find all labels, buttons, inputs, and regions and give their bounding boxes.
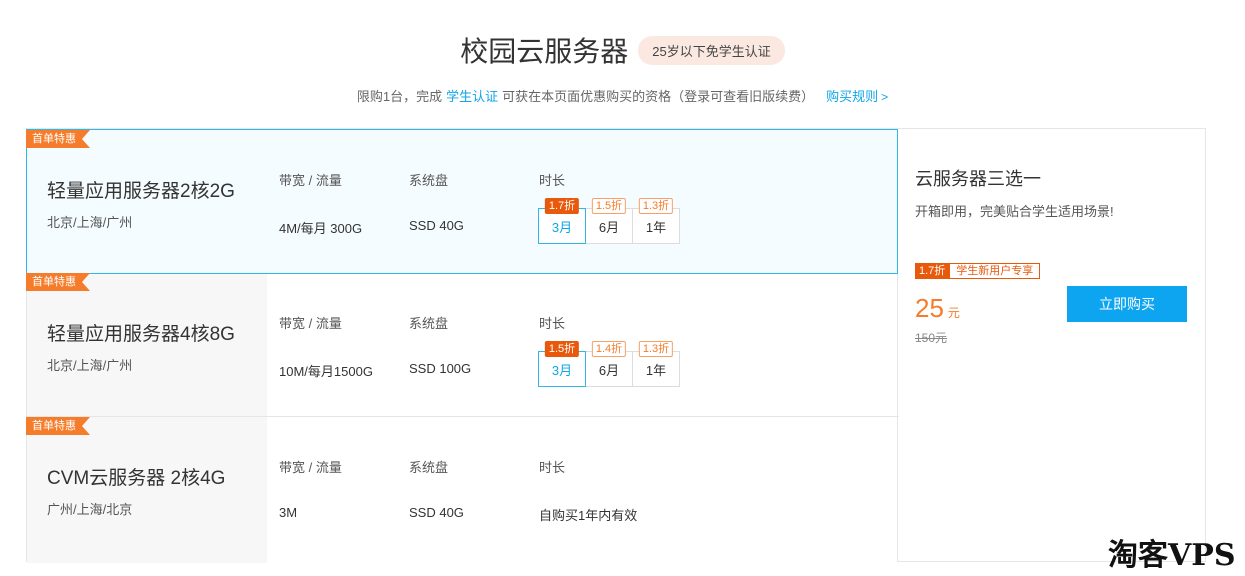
chevron-right-icon: > [881, 90, 889, 104]
disk-value: SSD 40G [409, 505, 464, 520]
duration-option-label: 6月 [598, 219, 620, 235]
purchase-rules-label: 购买规则 [826, 89, 879, 104]
age-badge: 25岁以下免学生认证 [638, 35, 785, 65]
bandwidth-label: 带宽 / 流量 [279, 460, 342, 475]
summary-description: 开箱即用，完美贴合学生适用场景! [915, 204, 1114, 219]
bandwidth-value: 3M [279, 505, 298, 520]
discount-tag: 1.4折 [591, 341, 627, 357]
plan-card-2[interactable]: 首单特惠 轻量应用服务器4核8G 北京/上海/广州 带宽 / 流量 系统盘 时长… [27, 273, 899, 417]
plan-name-panel [27, 417, 267, 563]
plan-card-1[interactable]: 首单特惠 轻量应用服务器2核2G 北京/上海/广州 带宽 / 流量 系统盘 时长… [26, 129, 898, 274]
bandwidth-label: 带宽 / 流量 [279, 316, 342, 331]
first-order-ribbon: 首单特惠 [26, 273, 90, 291]
page-header: 校园云服务器 25岁以下免学生认证 限购1台，完成 学生认证 可获在本页面优惠购… [0, 30, 1245, 105]
duration-option-label: 3月 [551, 362, 573, 378]
subtitle-post: 可获在本页面优惠购买的资格（登录可查看旧版续费） [502, 89, 815, 104]
discount-tag: 1.5折 [544, 341, 580, 357]
plan-list: 首单特惠 轻量应用服务器2核2G 北京/上海/广州 带宽 / 流量 系统盘 时长… [26, 128, 899, 563]
original-price: 150元 [915, 331, 948, 345]
watermark-text: 淘客VPS [1108, 538, 1236, 573]
price-amount: 25 [915, 293, 944, 323]
bandwidth-value: 4M/每月 300G [279, 221, 363, 236]
bandwidth-label: 带宽 / 流量 [279, 173, 342, 188]
duration-option-label: 6月 [598, 362, 620, 378]
disk-value: SSD 100G [409, 361, 472, 376]
summary-title: 云服务器三选一 [915, 169, 1041, 189]
duration-label: 时长 [539, 460, 566, 475]
plan-name: CVM云服务器 2核4G [47, 468, 226, 489]
duration-option-label: 1年 [645, 219, 667, 235]
discount-tag: 1.7折 [544, 198, 580, 214]
disk-value: SSD 40G [409, 218, 464, 233]
plan-card-3[interactable]: 首单特惠 CVM云服务器 2核4G 广州/上海/北京 带宽 / 流量 系统盘 时… [27, 417, 899, 563]
discount-tag: 1.3折 [638, 341, 674, 357]
duration-label: 时长 [539, 316, 566, 331]
page-subtitle: 限购1台，完成 学生认证 可获在本页面优惠购买的资格（登录可查看旧版续费） 购买… [0, 86, 1245, 105]
duration-value: 自购买1年内有效 [539, 508, 638, 523]
buy-now-button[interactable]: 立即购买 [1067, 286, 1187, 322]
disk-label: 系统盘 [409, 173, 449, 188]
first-order-ribbon: 首单特惠 [26, 417, 90, 435]
duration-options: 1.5折 3月 1.4折 6月 1.3折 1年 [538, 341, 680, 387]
plan-region: 北京/上海/广州 [47, 358, 133, 373]
plan-region: 广州/上海/北京 [47, 502, 133, 517]
duration-option-6m[interactable]: 1.4折 6月 [585, 341, 633, 387]
promo-tags: 1.7折 学生新用户专享 [915, 263, 1041, 279]
duration-option-3m[interactable]: 1.5折 3月 [538, 341, 586, 387]
duration-option-label: 3月 [551, 219, 573, 235]
order-summary-panel: 云服务器三选一 开箱即用，完美贴合学生适用场景! 1.7折 学生新用户专享 25… [897, 128, 1206, 562]
duration-option-3m[interactable]: 1.7折 3月 [538, 198, 586, 244]
price-unit: 元 [947, 306, 960, 320]
first-order-ribbon: 首单特惠 [26, 130, 90, 148]
duration-option-6m[interactable]: 1.5折 6月 [585, 198, 633, 244]
duration-option-1y[interactable]: 1.3折 1年 [632, 341, 680, 387]
title-row: 校园云服务器 25岁以下免学生认证 [0, 30, 1245, 70]
disk-label: 系统盘 [409, 316, 449, 331]
plan-region: 北京/上海/广州 [47, 215, 133, 230]
promo-discount-badge: 1.7折 [915, 263, 950, 279]
student-new-user-tag: 学生新用户专享 [949, 263, 1041, 279]
duration-option-1y[interactable]: 1.3折 1年 [632, 198, 680, 244]
student-auth-link[interactable]: 学生认证 [446, 86, 498, 105]
page-title: 校园云服务器 [460, 36, 629, 67]
duration-option-label: 1年 [645, 362, 667, 378]
current-price: 25 元 [915, 293, 960, 324]
plan-name: 轻量应用服务器4核8G [47, 324, 235, 345]
disk-label: 系统盘 [409, 460, 449, 475]
subtitle-pre: 限购1台，完成 [356, 89, 443, 104]
duration-label: 时长 [539, 173, 566, 188]
discount-tag: 1.3折 [638, 198, 674, 214]
plan-name: 轻量应用服务器2核2G [47, 181, 235, 202]
discount-tag: 1.5折 [591, 198, 627, 214]
purchase-rules-link[interactable]: 购买规则 > [826, 86, 888, 105]
bandwidth-value: 10M/每月1500G [279, 364, 373, 379]
duration-options: 1.7折 3月 1.5折 6月 1.3折 1年 [538, 198, 680, 244]
